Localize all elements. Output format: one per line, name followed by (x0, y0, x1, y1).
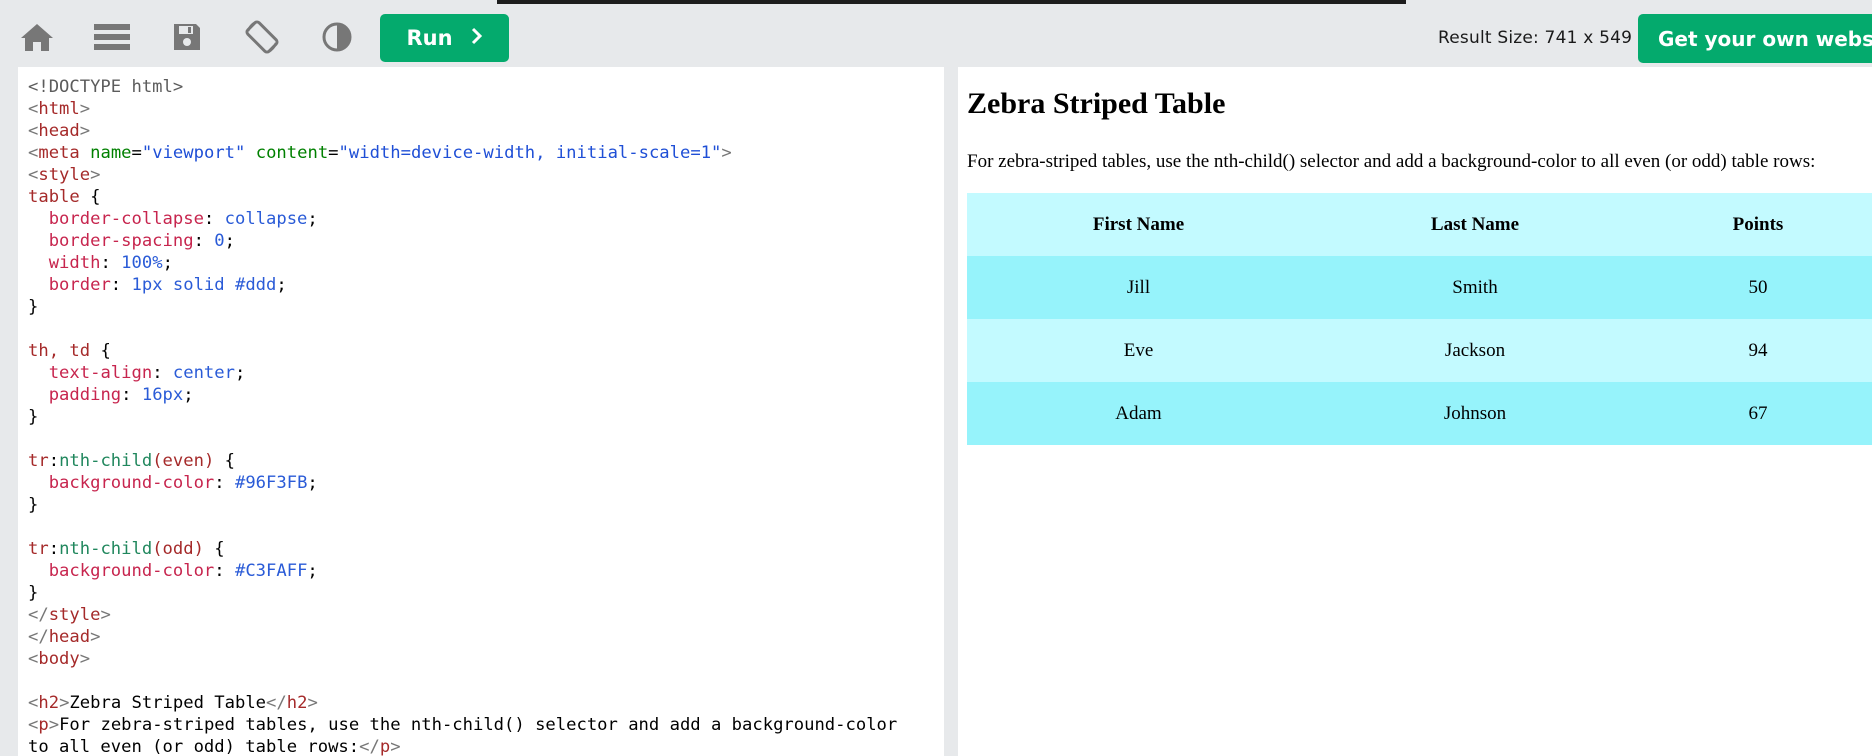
cell-points: 67 (1748, 402, 1768, 424)
code-line[interactable]: } (28, 494, 897, 516)
code-line[interactable]: <meta name="viewport" content="width=dev… (28, 142, 897, 164)
cell-points: 94 (1748, 339, 1768, 361)
code-line[interactable]: <style> (28, 164, 897, 186)
cell-first-name: Adam (1115, 402, 1162, 424)
run-label: Run (406, 26, 453, 50)
zebra-table: First Name Last Name Points Jill Smith 5… (967, 193, 1872, 445)
code-line[interactable]: </style> (28, 604, 897, 626)
header-first-name: First Name (1092, 213, 1185, 235)
code-line[interactable]: <h2>Zebra Striped Table</h2> (28, 692, 897, 714)
home-icon[interactable] (14, 14, 60, 60)
code-line[interactable]: border-collapse: collapse; (28, 208, 897, 230)
code-line[interactable]: border: 1px solid #ddd; (28, 274, 897, 296)
cell-last-name: Smith (1452, 276, 1498, 298)
code-line[interactable]: <p>For zebra-striped tables, use the nth… (28, 714, 897, 736)
code-line[interactable]: to all even (or odd) table rows:</p> (28, 736, 897, 756)
cell-first-name: Eve (1123, 339, 1154, 361)
menu-icon[interactable] (89, 14, 135, 60)
cell-points: 50 (1748, 276, 1768, 298)
code-line[interactable]: table { (28, 186, 897, 208)
code-line[interactable]: padding: 16px; (28, 384, 897, 406)
result-title: Zebra Striped Table (967, 87, 1226, 120)
code-line[interactable]: tr:nth-child(even) { (28, 450, 897, 472)
code-line[interactable]: ​ (28, 670, 897, 692)
code-line[interactable]: width: 100%; (28, 252, 897, 274)
run-button[interactable]: Run (380, 14, 509, 62)
code-line[interactable]: } (28, 296, 897, 318)
code-line[interactable]: <!DOCTYPE html> (28, 76, 897, 98)
chevron-right-icon (471, 26, 483, 50)
result-description: For zebra-striped tables, use the nth-ch… (967, 151, 1816, 172)
code-line[interactable]: tr:nth-child(odd) { (28, 538, 897, 560)
header-last-name: Last Name (1430, 213, 1520, 235)
cell-last-name: Jackson (1444, 339, 1506, 361)
rotate-icon[interactable] (239, 14, 285, 60)
save-icon[interactable] (164, 14, 210, 60)
code-line[interactable]: <body> (28, 648, 897, 670)
code-line[interactable]: background-color: #96F3FB; (28, 472, 897, 494)
code-line[interactable]: th, td { (28, 340, 897, 362)
get-website-button[interactable]: Get your own website (1638, 14, 1872, 63)
table-row: Adam Johnson 67 (967, 382, 1872, 445)
result-size: Result Size: 741 x 549 (1438, 28, 1633, 48)
table-header-row: First Name Last Name Points (967, 193, 1872, 256)
contrast-icon[interactable] (314, 14, 360, 60)
result-panel: Zebra Striped Table For zebra-striped ta… (958, 67, 1872, 756)
toolbar: Run Result Size: 741 x 549 Get your own … (0, 0, 1872, 66)
code-line[interactable]: ​ (28, 428, 897, 450)
code-line[interactable]: <html> (28, 98, 897, 120)
code-line[interactable]: ​ (28, 516, 897, 538)
top-preview-strip (497, 0, 1406, 4)
table-row: Jill Smith 50 (967, 256, 1872, 319)
cell-first-name: Jill (1126, 276, 1151, 298)
code-line[interactable]: <head> (28, 120, 897, 142)
code-editor[interactable]: <!DOCTYPE html> <html> <head> <meta name="v… (18, 67, 944, 756)
header-points: Points (1732, 213, 1784, 235)
cell-last-name: Johnson (1443, 402, 1507, 424)
code-line[interactable]: } (28, 582, 897, 604)
code-line[interactable]: background-color: #C3FAFF; (28, 560, 897, 582)
code-line[interactable]: text-align: center; (28, 362, 897, 384)
code-line[interactable]: border-spacing: 0; (28, 230, 897, 252)
code-line[interactable]: </head> (28, 626, 897, 648)
code-line[interactable]: } (28, 406, 897, 428)
editor-scrollbar[interactable] (942, 67, 944, 756)
table-row: Eve Jackson 94 (967, 319, 1872, 382)
code-line[interactable]: ​ (28, 318, 897, 340)
code-area[interactable]: <!DOCTYPE html> <html> <head> <meta name="v… (28, 76, 897, 756)
